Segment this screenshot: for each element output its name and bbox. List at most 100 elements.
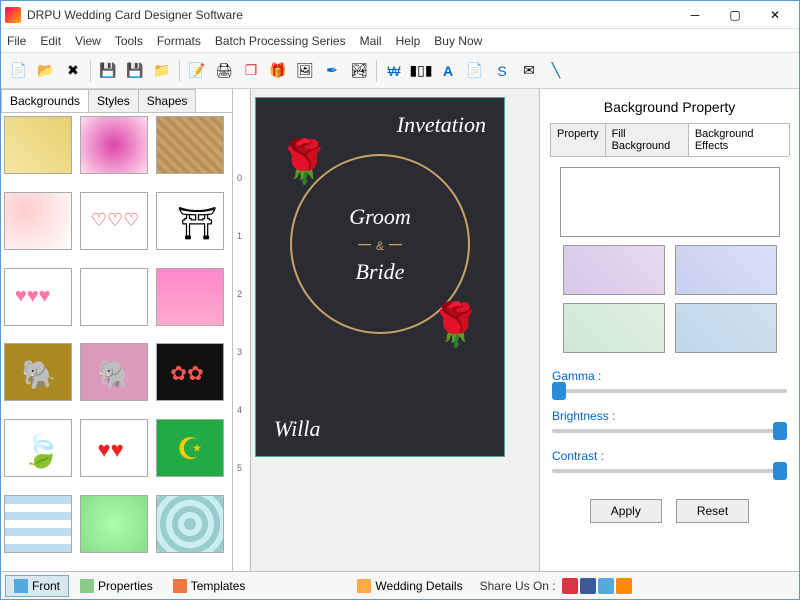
app-logo-icon bbox=[5, 7, 21, 23]
close-button[interactable]: ✕ bbox=[755, 2, 795, 28]
save-icon[interactable]: 💾 bbox=[96, 59, 120, 83]
titlebar: DRPU Wedding Card Designer Software ─ ▢ … bbox=[1, 1, 799, 29]
tab-shapes[interactable]: Shapes bbox=[138, 89, 197, 112]
brightness-slider[interactable] bbox=[552, 429, 787, 433]
delete-icon[interactable]: ✖ bbox=[61, 59, 85, 83]
open-icon[interactable]: 📂 bbox=[34, 59, 58, 83]
toolbar: 📄 📂 ✖ 💾 💾 📁 📝 🖨 ❐ 🎁 🖼 ✒ 🏞 ₩ ▮▯▮ A 📄 S ✉ … bbox=[1, 53, 799, 89]
copy-icon[interactable]: ❐ bbox=[239, 59, 263, 83]
gamma-label: Gamma : bbox=[552, 369, 787, 383]
menu-formats[interactable]: Formats bbox=[157, 34, 201, 48]
facebook-icon[interactable] bbox=[580, 578, 596, 594]
shape-icon[interactable]: S bbox=[490, 59, 514, 83]
wordart-icon[interactable]: ₩ bbox=[382, 59, 406, 83]
separator bbox=[90, 60, 91, 82]
bg-thumb[interactable] bbox=[4, 116, 72, 174]
print-icon[interactable]: 🖨 bbox=[212, 59, 236, 83]
textfile-icon[interactable]: 📄 bbox=[463, 59, 487, 83]
templates-button[interactable]: Templates bbox=[164, 575, 255, 597]
contrast-slider[interactable] bbox=[552, 469, 787, 473]
gamma-slider[interactable] bbox=[552, 389, 787, 393]
bg-thumb[interactable] bbox=[156, 192, 224, 250]
right-panel: Background Property Property Fill Backgr… bbox=[539, 89, 799, 571]
bg-thumb[interactable] bbox=[80, 419, 148, 477]
vertical-ruler bbox=[233, 89, 251, 571]
barcode-icon[interactable]: ▮▯▮ bbox=[409, 59, 433, 83]
reset-button[interactable]: Reset bbox=[676, 499, 749, 523]
bg-thumb[interactable] bbox=[156, 116, 224, 174]
menu-file[interactable]: File bbox=[7, 34, 26, 48]
new-icon[interactable]: 📄 bbox=[7, 59, 31, 83]
card-ampersand: ─ & ─ bbox=[358, 234, 402, 255]
wedding-details-button[interactable]: Wedding Details bbox=[348, 575, 471, 597]
twitter-icon[interactable] bbox=[598, 578, 614, 594]
menu-view[interactable]: View bbox=[75, 34, 101, 48]
line-icon[interactable]: ╲ bbox=[544, 59, 568, 83]
import-icon[interactable]: 📁 bbox=[150, 59, 174, 83]
bg-thumb[interactable] bbox=[80, 192, 148, 250]
menu-mail[interactable]: Mail bbox=[360, 34, 382, 48]
properties-button[interactable]: Properties bbox=[71, 575, 162, 597]
pen-icon[interactable]: ✒ bbox=[320, 59, 344, 83]
bg-thumb[interactable] bbox=[156, 268, 224, 326]
blogger-icon[interactable] bbox=[616, 578, 632, 594]
image-icon[interactable]: 🖼 bbox=[293, 59, 317, 83]
bg-thumb[interactable] bbox=[80, 343, 148, 401]
menubar: File Edit View Tools Formats Batch Proce… bbox=[1, 29, 799, 53]
front-button[interactable]: Front bbox=[5, 575, 69, 597]
bg-thumb[interactable] bbox=[80, 495, 148, 553]
bg-thumb[interactable] bbox=[4, 495, 72, 553]
mail-icon[interactable]: ✉ bbox=[517, 59, 541, 83]
left-panel: Backgrounds Styles Shapes bbox=[1, 89, 233, 571]
background-thumbnails bbox=[1, 113, 232, 571]
effect-thumb[interactable] bbox=[675, 245, 777, 295]
picture-icon[interactable]: 🏞 bbox=[347, 59, 371, 83]
brightness-label: Brightness : bbox=[552, 409, 787, 423]
separator bbox=[376, 60, 377, 82]
bg-thumb[interactable] bbox=[4, 419, 72, 477]
bg-thumb[interactable] bbox=[80, 116, 148, 174]
bottom-bar: Front Properties Templates Wedding Detai… bbox=[1, 571, 799, 599]
share-label: Share Us On : bbox=[480, 579, 556, 593]
notes-icon[interactable]: 📝 bbox=[185, 59, 209, 83]
bg-thumb[interactable] bbox=[4, 343, 72, 401]
bg-thumb[interactable] bbox=[80, 268, 148, 326]
tab-property[interactable]: Property bbox=[550, 123, 606, 156]
text-icon[interactable]: A bbox=[436, 59, 460, 83]
effect-thumb[interactable] bbox=[675, 303, 777, 353]
effect-preview-large[interactable] bbox=[560, 167, 780, 237]
floral-wreath: Groom ─ & ─ Bride bbox=[290, 154, 470, 334]
tab-styles[interactable]: Styles bbox=[88, 89, 139, 112]
googleplus-icon[interactable] bbox=[562, 578, 578, 594]
minimize-button[interactable]: ─ bbox=[675, 2, 715, 28]
card-groom-text: Groom bbox=[349, 204, 411, 230]
bg-thumb[interactable] bbox=[156, 495, 224, 553]
effect-thumb[interactable] bbox=[563, 245, 665, 295]
bg-thumb[interactable] bbox=[156, 419, 224, 477]
menu-edit[interactable]: Edit bbox=[40, 34, 61, 48]
menu-batch[interactable]: Batch Processing Series bbox=[215, 34, 346, 48]
bg-thumb[interactable] bbox=[4, 192, 72, 250]
card-bride-text: Bride bbox=[356, 259, 405, 285]
effect-thumb[interactable] bbox=[563, 303, 665, 353]
bg-thumb[interactable] bbox=[156, 343, 224, 401]
tab-backgrounds[interactable]: Backgrounds bbox=[1, 89, 89, 112]
canvas-area: Invetation Groom ─ & ─ Bride Willa bbox=[233, 89, 539, 571]
card-willa-text: Willa bbox=[274, 416, 320, 442]
menu-tools[interactable]: Tools bbox=[115, 34, 143, 48]
separator bbox=[179, 60, 180, 82]
tab-background-effects[interactable]: Background Effects bbox=[688, 123, 790, 156]
menu-buynow[interactable]: Buy Now bbox=[434, 34, 482, 48]
maximize-button[interactable]: ▢ bbox=[715, 2, 755, 28]
bg-thumb[interactable] bbox=[4, 268, 72, 326]
panel-title: Background Property bbox=[550, 99, 789, 115]
wedding-card[interactable]: Invetation Groom ─ & ─ Bride Willa bbox=[255, 97, 505, 457]
apply-button[interactable]: Apply bbox=[590, 499, 662, 523]
gift-icon[interactable]: 🎁 bbox=[266, 59, 290, 83]
contrast-label: Contrast : bbox=[552, 449, 787, 463]
window-title: DRPU Wedding Card Designer Software bbox=[27, 8, 675, 22]
tab-fill-background[interactable]: Fill Background bbox=[605, 123, 689, 156]
saveall-icon[interactable]: 💾 bbox=[123, 59, 147, 83]
card-invitation-text: Invetation bbox=[397, 112, 486, 138]
menu-help[interactable]: Help bbox=[396, 34, 421, 48]
